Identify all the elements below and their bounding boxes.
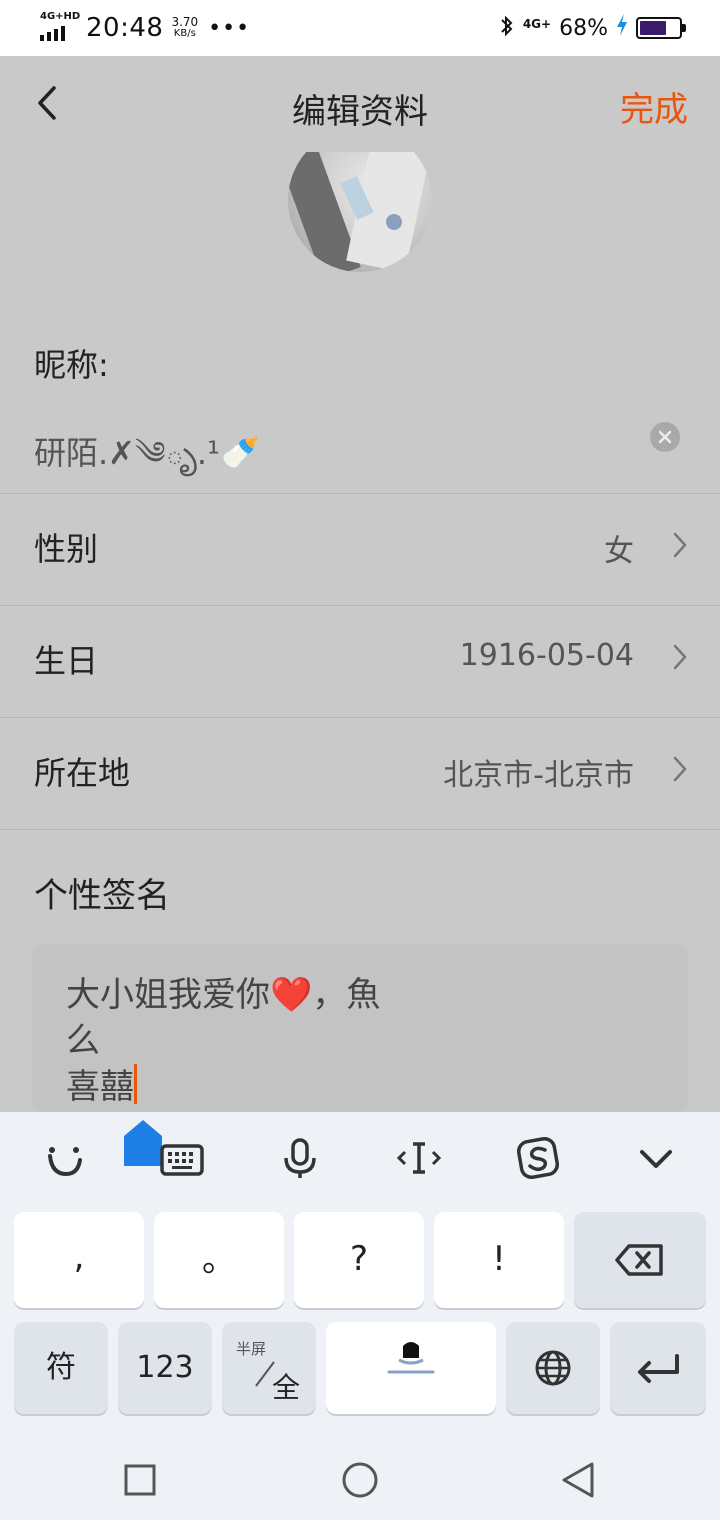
emoji-icon[interactable] [40,1134,88,1182]
battery-fill [640,21,666,35]
key-label: 符 [46,1350,76,1385]
mic-icon[interactable] [276,1134,324,1182]
signature-title: 个性签名 [34,876,170,916]
chevron-right-icon [670,752,690,786]
birthday-label: 生日 [34,642,99,680]
home-button[interactable] [340,1460,380,1500]
full-screen-label: 全 [272,1371,301,1404]
space-key[interactable] [326,1322,496,1414]
key-exclamation[interactable]: ! [434,1212,564,1308]
cursor-handle[interactable] [124,1120,162,1166]
keyboard-icon[interactable] [158,1134,206,1182]
symbols-key[interactable]: 符 [14,1322,108,1414]
cursor-move-icon[interactable] [395,1134,443,1182]
signature-text: 大小姐我爱你❤️，魚 么 喜囍 [66,972,446,1110]
slash-icon [255,1361,275,1387]
voice-space-icon [387,1342,435,1374]
location-label: 所在地 [34,754,131,792]
divider [0,829,720,830]
network-type: 4G+ [522,17,552,31]
key-comma[interactable]: , [14,1212,144,1308]
avatar[interactable] [288,152,432,272]
status-bar: 4G+HD 20:48 3.70 KB/s ••• 4G+ 68% [0,0,720,56]
soft-keyboard: , 。 ? ! 符 123 半屏 全 [0,1112,720,1442]
speed-value: 3.70 [171,15,199,29]
back-nav-button[interactable] [558,1460,598,1500]
status-time: 20:48 [86,13,164,43]
location-value: 北京市-北京市 [443,758,634,793]
network-label: 4G+HD [40,11,81,22]
clear-nickname-button[interactable] [650,422,680,452]
navigation-bar [0,1442,720,1520]
more-notifications-icon: ••• [208,15,251,41]
triangle-back-icon [562,1462,594,1498]
key-label: 。 [202,1240,236,1280]
key-label: ? [349,1239,369,1279]
backspace-icon [615,1244,663,1276]
header: 编辑资料 完成 [0,56,720,152]
signature-textarea[interactable]: 大小姐我爱你❤️，魚 么 喜囍 [32,944,688,1112]
text-caret [134,1064,137,1104]
sogou-icon[interactable] [514,1134,562,1182]
keyboard-toolbar [0,1112,720,1204]
location-row[interactable]: 所在地 北京市-北京市 [0,718,720,828]
chevron-right-icon [670,528,690,562]
globe-icon [535,1350,571,1386]
numbers-key[interactable]: 123 [118,1322,212,1414]
gender-value: 女 [604,534,634,569]
collapse-keyboard-icon[interactable] [632,1134,680,1182]
half-full-screen-key[interactable]: 半屏 全 [222,1322,316,1414]
avatar-area [0,152,720,282]
key-label: 123 [136,1350,194,1385]
birthday-value: 1916-05-04 [459,638,634,673]
battery-icon [636,17,686,39]
circle-icon [342,1462,378,1498]
key-label: ! [492,1239,506,1279]
battery-percent: 68% [559,15,608,41]
key-period[interactable]: 。 [154,1212,284,1308]
key-label: , [73,1237,85,1277]
nickname-label: 昵称: [34,346,109,384]
signal-icon: 4G+HD [38,11,80,45]
language-key[interactable] [506,1322,600,1414]
bluetooth-icon [499,14,515,43]
birthday-row[interactable]: 生日 1916-05-04 [0,606,720,716]
gender-label: 性别 [34,530,99,568]
signature-value: 大小姐我爱你❤️，魚 么 喜囍 [66,975,381,1107]
charging-icon [616,14,628,42]
close-icon [658,430,672,444]
done-button[interactable]: 完成 [620,82,688,131]
square-icon [124,1464,156,1496]
page-title: 编辑资料 [292,92,428,132]
chevron-right-icon [670,640,690,674]
enter-key[interactable] [610,1322,706,1414]
enter-icon [638,1354,679,1383]
speed-unit: KB/s [173,28,196,39]
network-speed: 3.70 KB/s [171,16,198,40]
backspace-key[interactable] [574,1212,706,1308]
key-question[interactable]: ? [294,1212,424,1308]
gender-row[interactable]: 性别 女 [0,494,720,604]
recents-button[interactable] [120,1460,160,1500]
